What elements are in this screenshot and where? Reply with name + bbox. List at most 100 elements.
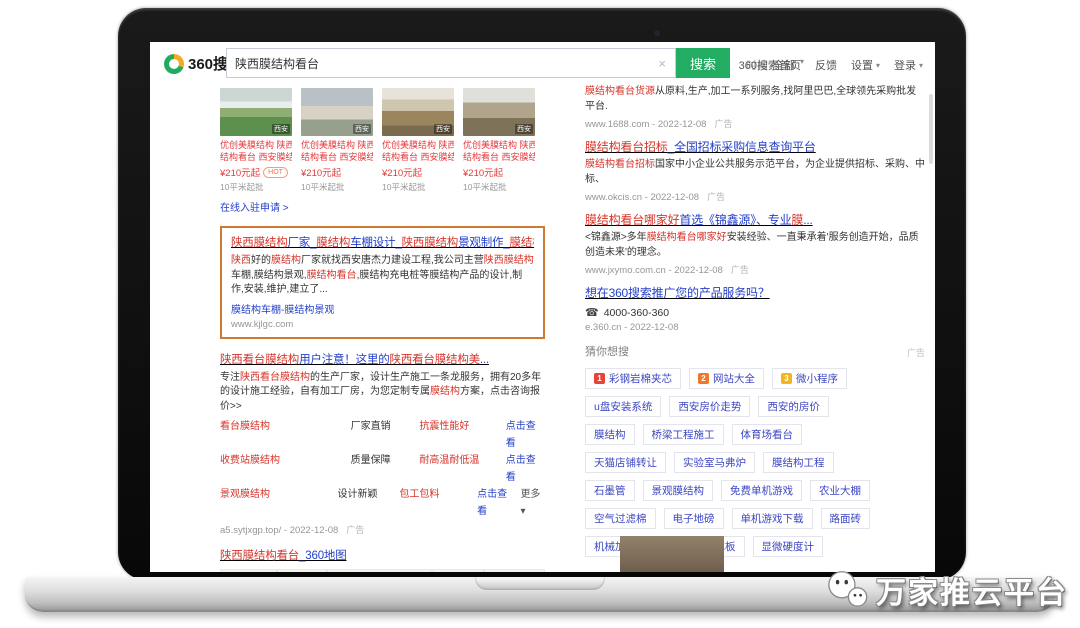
related-search-tag[interactable]: u盘安装系统 <box>585 396 661 417</box>
watermark: 万家推云平台 <box>826 568 1068 612</box>
related-search-tag[interactable]: 2 网站大全 <box>689 368 764 389</box>
rank-badge: 3 <box>781 373 792 384</box>
sitelink-feature: 设计新颖 <box>338 486 400 520</box>
rank-badge: 2 <box>698 373 709 384</box>
top-menu-item[interactable]: 360搜索首页 <box>739 57 801 73</box>
product-card[interactable]: 西安 优创美膜结构 陕西膜 结构看台 西安膜结... ¥210元起 10平米起批 <box>463 88 535 193</box>
product-card[interactable]: 西安 优创美膜结构 陕西膜 结构看台 西安膜结... ¥210元起 HOT 10… <box>220 88 292 193</box>
description-segment: <锦鑫源>多年 <box>585 232 647 243</box>
title-segment: _全国招标采购信息查询平台 <box>668 140 816 154</box>
rank-badge: 1 <box>594 373 605 384</box>
map-street <box>483 570 485 572</box>
map-title-link[interactable]: 陕西膜结构看台_360地图 <box>220 548 545 564</box>
result-title-link[interactable]: 膜结构看台招标_全国招标采购信息查询平台 <box>585 139 925 155</box>
description-segment: 专注 <box>220 372 240 383</box>
result-title-link[interactable]: 陕西看台膜结构用户注意！这里的陕西看台膜结构美... <box>220 352 545 368</box>
product-card[interactable]: 西安 优创美膜结构 陕西膜 结构看台 西安膜结... ¥210元起 10平米起批 <box>382 88 454 193</box>
top-menu-item[interactable]: 登录 ▾ <box>894 57 923 73</box>
map-result: 陕西膜结构看台_360地图 定三村 陈开小区 1083 杨村 <box>220 548 545 572</box>
tag-label: 西安的房价 <box>767 399 820 414</box>
sitelink-keyword[interactable]: 包工包料 <box>399 486 477 520</box>
result-title-link[interactable]: 陕西膜结构厂家_膜结构车棚设计_陕西膜结构景观制作_膜结构看... <box>231 235 534 251</box>
related-search-tag[interactable]: 西安的房价 <box>758 396 829 417</box>
sitelink-view-link[interactable]: 点击查看 <box>477 486 512 520</box>
sitelink-view-link[interactable]: 点击查看 <box>506 418 545 452</box>
title-segment: ... <box>803 213 812 227</box>
title-segment: 用户注意！这里的 <box>299 354 389 366</box>
result-url: www.jxymo.com.cn - 2022-12-08广告 <box>585 263 925 276</box>
city-watermark: 西安 <box>353 124 371 134</box>
merchant-join-link[interactable]: 在线入驻申请 > <box>220 199 289 214</box>
sitelink-keyword[interactable]: 抗震性能好 <box>419 418 505 452</box>
related-search-tag[interactable]: 3 微小程序 <box>772 368 847 389</box>
ad-result: 膜结构看台货源从原料,生产,加工一系列服务,找阿里巴巴,全球领先采购批发平台. … <box>585 85 925 130</box>
related-search-tag[interactable]: 路面砖 <box>821 508 871 529</box>
related-search-tag[interactable]: 膜结构 <box>585 424 635 445</box>
ad-label: 广告 <box>907 346 925 359</box>
sitelink-view-link[interactable]: 点击查看 <box>506 452 545 486</box>
scrollbar[interactable] <box>929 94 933 164</box>
description-segment: 膜结构看台哪家好 <box>647 232 727 243</box>
related-search-tag[interactable]: 天猫店铺转让 <box>585 452 666 473</box>
description-segment: 陕西看台膜结构 <box>240 372 310 383</box>
sitelink-keyword[interactable]: 耐高温耐低温 <box>419 452 505 486</box>
product-moq: 10平米起批 <box>301 181 373 193</box>
tag-label: 农业大棚 <box>819 483 861 498</box>
sitelink-keyword[interactable]: 收费站膜结构 <box>220 452 351 486</box>
related-search-tag[interactable]: 显微硬度计 <box>753 536 824 557</box>
result-title-link[interactable]: 想在360搜索推广您的产品服务吗？ <box>585 285 925 301</box>
product-price: ¥210元起 <box>301 165 341 179</box>
map-canvas[interactable]: 定三村 陈开小区 1083 杨村 G108 真村 大王街道 汽车客运站 真西村 … <box>220 569 545 572</box>
search-input[interactable] <box>227 56 649 70</box>
sitelink-keyword[interactable]: 看台膜结构 <box>220 418 351 452</box>
related-tag-row: 空气过滤棉 电子地磅 单机游戏下载路面砖 <box>585 508 925 529</box>
more-dropdown[interactable]: 更多 ▾ <box>520 486 545 520</box>
product-caption-line2: 结构看台 西安膜结... <box>301 151 373 163</box>
tag-label: 显微硬度计 <box>762 539 815 554</box>
clear-icon[interactable]: × <box>649 56 675 71</box>
top-menu-item[interactable]: 反馈 <box>815 57 837 73</box>
organic-result: 陕西看台膜结构用户注意！这里的陕西看台膜结构美... 专注陕西看台膜结构的生产厂… <box>220 352 545 537</box>
related-search-tag[interactable]: 膜结构工程 <box>763 452 834 473</box>
related-search-tag[interactable]: 实验室马弗炉 <box>674 452 755 473</box>
related-search-tag[interactable]: 西安房价走势 <box>669 396 750 417</box>
related-search-tag[interactable]: 景观膜结构 <box>643 480 714 501</box>
result-description: <锦鑫源>多年膜结构看台哪家好安装经验、一直秉承着'服务创造开始，品质创造未来'… <box>585 231 925 260</box>
product-card[interactable]: 西安 优创美膜结构 陕西膜 结构看台 西安膜结... ¥210元起 10平米起批 <box>301 88 373 193</box>
related-search-tag[interactable]: 体育场看台 <box>732 424 803 445</box>
result-title-link[interactable]: 膜结构看台哪家好首选《锦鑫源》、专业膜... <box>585 212 925 228</box>
tag-label: u盘安装系统 <box>594 399 652 414</box>
related-search-tag[interactable]: 空气过滤棉 <box>585 508 656 529</box>
result-url-text: www.okcis.cn - 2022-12-08 <box>585 192 699 203</box>
tag-label: 网站大全 <box>713 371 755 386</box>
top-menu-item-label: 360搜索首页 <box>739 57 801 73</box>
result-url: www.okcis.cn - 2022-12-08广告 <box>585 190 925 203</box>
related-search-tag[interactable]: 石墨管 <box>585 480 635 501</box>
hot-badge: HOT <box>263 167 288 178</box>
tag-label: 膜结构 <box>594 427 626 442</box>
top-menu-item[interactable]: 设置 ▾ <box>851 57 880 73</box>
title-segment: ... <box>480 354 489 366</box>
related-search-tag[interactable]: 单机游戏下载 <box>732 508 813 529</box>
title-segment: 车棚设计_ <box>350 237 401 249</box>
laptop-notch <box>475 577 605 590</box>
tag-label: 微小程序 <box>796 371 838 386</box>
related-search-tag[interactable]: 农业大棚 <box>810 480 870 501</box>
tag-label: 免费单机游戏 <box>730 483 793 498</box>
product-image: 西安 <box>382 88 454 136</box>
top-menu: 360搜索首页 反馈 设置 ▾ 登录 ▾ <box>739 57 923 73</box>
title-segment: 陕西膜结构看台 <box>220 550 299 562</box>
related-search-tag[interactable]: 电子地磅 <box>664 508 724 529</box>
ad-result: 膜结构看台哪家好首选《锦鑫源》、专业膜... <锦鑫源>多年膜结构看台哪家好安装… <box>585 212 925 276</box>
tag-label: 西安房价走势 <box>678 399 741 414</box>
title-segment: 想在360搜索推广您的产品服务吗？ <box>585 286 770 300</box>
related-search-tag[interactable]: 桥梁工程施工 <box>643 424 724 445</box>
tag-label: 电子地磅 <box>673 511 715 526</box>
result-sitelink[interactable]: 膜结构车棚-膜结构景观 <box>231 301 534 316</box>
title-segment: 膜结构看台招标 <box>585 140 668 154</box>
search-button[interactable]: 搜索 <box>676 48 730 78</box>
related-search-tag[interactable]: 免费单机游戏 <box>721 480 802 501</box>
related-search-tag[interactable]: 1彩钢岩棉夹芯 <box>585 368 681 389</box>
sitelink-keyword[interactable]: 景观膜结构 <box>220 486 338 520</box>
related-tag-row: 石墨管景观膜结构 免费单机游戏 农业大棚 <box>585 480 925 501</box>
